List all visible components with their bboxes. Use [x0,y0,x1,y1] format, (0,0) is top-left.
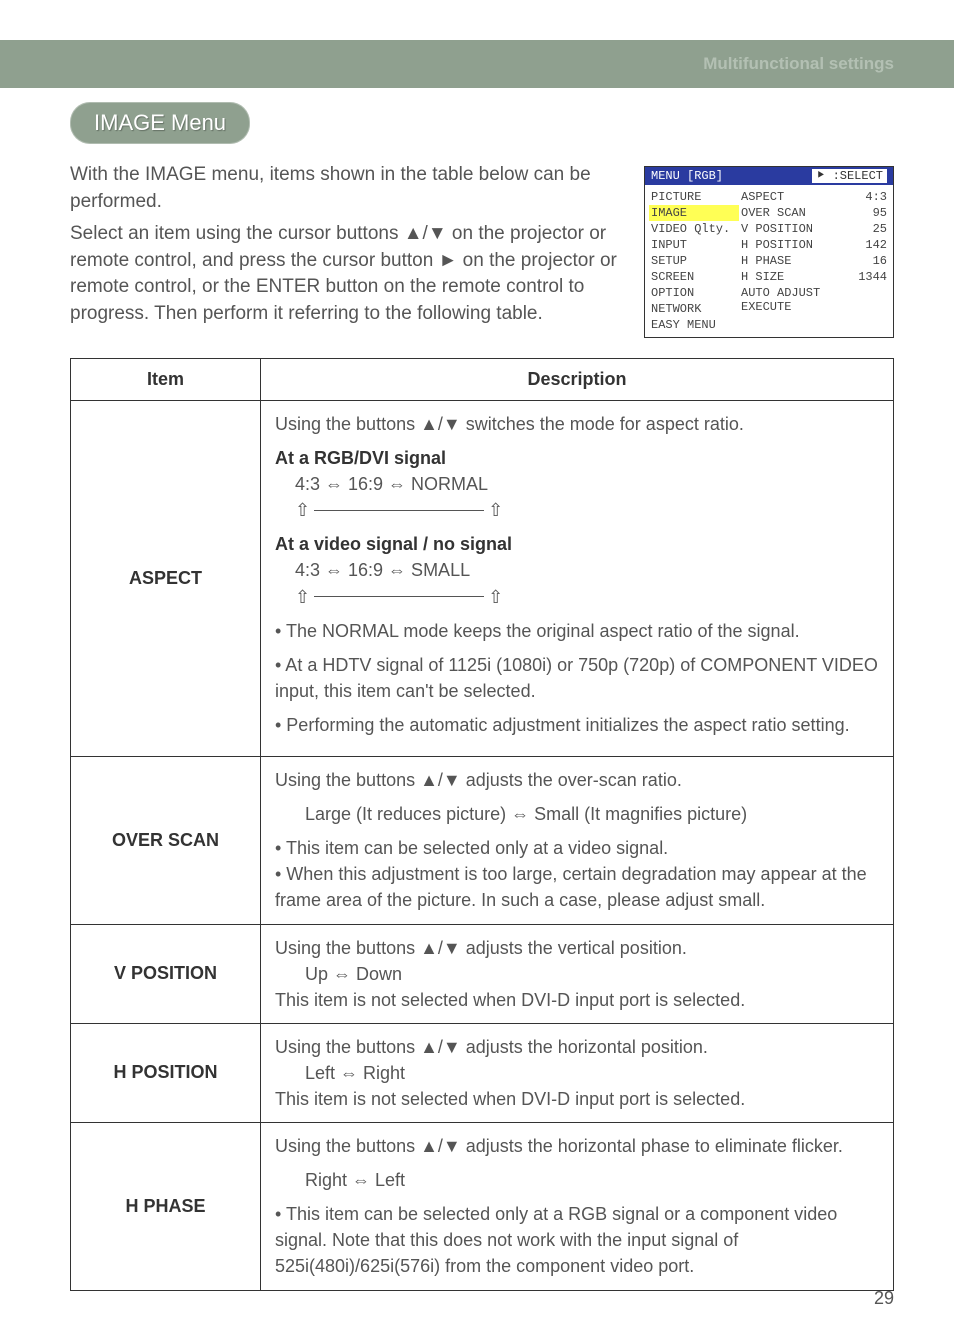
col-desc: Description [261,359,894,401]
osd-right-item: 1344 [851,269,889,285]
item-hposition: H POSITION [71,1023,261,1122]
osd-left-item: SCREEN [649,269,739,285]
osd-left-item: OPTION [649,285,739,301]
osd-left-item: PICTURE [649,189,739,205]
desc-hphase: Using the buttons ▲/▼ adjusts the horizo… [261,1123,894,1290]
table-row: H PHASE Using the buttons ▲/▼ adjusts th… [71,1123,894,1290]
table-row: OVER SCAN Using the buttons ▲/▼ adjusts … [71,757,894,924]
intro-p2: Select an item using the cursor buttons … [70,221,624,327]
osd-left-item: INPUT [649,237,739,253]
osd-mid-item: ASPECT [739,189,851,205]
section-label: Multifunctional settings [703,54,894,74]
osd-left-item: SETUP [649,253,739,269]
osd-mid-item: AUTO ADJUST EXECUTE [739,285,851,315]
osd-right-item: 16 [851,253,889,269]
osd-right-item: 142 [851,237,889,253]
osd-mid-item: H PHASE [739,253,851,269]
item-hphase: H PHASE [71,1123,261,1290]
settings-table: Item Description ASPECT Using the button… [70,358,894,1291]
osd-mid-item: H SIZE [739,269,851,285]
osd-right-item: 25 [851,221,889,237]
intro-text: With the IMAGE menu, items shown in the … [70,162,624,334]
menu-title-pill: IMAGE Menu [70,102,250,144]
header-band: Multifunctional settings [0,40,954,88]
osd-mid-item: H POSITION [739,237,851,253]
osd-left-item: NETWORK [649,301,739,317]
osd-left-item: VIDEO Qlty. [649,221,739,237]
osd-select-hint: ⯈ :SELECT [812,169,887,183]
osd-right-item: 4:3 [851,189,889,205]
item-overscan: OVER SCAN [71,757,261,924]
osd-title-text: MENU [RGB] [651,169,723,183]
osd-mid-item: V POSITION [739,221,851,237]
page-number: 29 [874,1288,894,1309]
table-row: H POSITION Using the buttons ▲/▼ adjusts… [71,1023,894,1122]
osd-preview: MENU [RGB] ⯈ :SELECT PICTURE IMAGE VIDEO… [644,166,894,338]
osd-left-item-highlight: IMAGE [649,205,739,221]
desc-aspect: Using the buttons ▲/▼ switches the mode … [261,401,894,757]
table-row: ASPECT Using the buttons ▲/▼ switches th… [71,401,894,757]
table-row: V POSITION Using the buttons ▲/▼ adjusts… [71,924,894,1023]
osd-left-item: EASY MENU [649,317,739,333]
desc-hposition: Using the buttons ▲/▼ adjusts the horizo… [261,1023,894,1122]
osd-mid-item: OVER SCAN [739,205,851,221]
item-aspect: ASPECT [71,401,261,757]
col-item: Item [71,359,261,401]
osd-right-item: 95 [851,205,889,221]
desc-overscan: Using the buttons ▲/▼ adjusts the over-s… [261,757,894,924]
item-vposition: V POSITION [71,924,261,1023]
desc-vposition: Using the buttons ▲/▼ adjusts the vertic… [261,924,894,1023]
intro-p1: With the IMAGE menu, items shown in the … [70,162,624,215]
osd-right-item [851,285,889,287]
